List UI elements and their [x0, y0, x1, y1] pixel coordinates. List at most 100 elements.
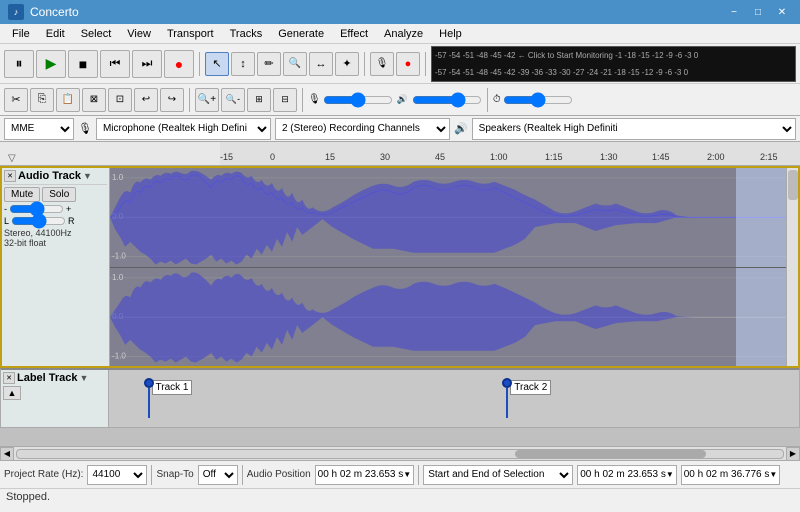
timeline-ruler[interactable]: -15 0 15 30 45 1:00 1:15 1:30 1:45 2:00 …	[220, 142, 800, 166]
selection-start-value: 00 h 02 m 23.653 s	[580, 469, 666, 480]
toolbar-sep3	[425, 52, 426, 76]
audio-track-close[interactable]: ✕	[4, 170, 16, 182]
main-layout: ⏸ ▶ ■ ⏮ ⏭ ● ↖ ↕ ✏ 🔍 ↔ ✦ 🎙 ● -57 -54 -51 …	[0, 44, 800, 512]
close-button[interactable]: ✕	[772, 4, 792, 20]
toolbar-sep5	[302, 88, 303, 112]
timeline-arrow: ▽	[8, 153, 16, 164]
toolbar-sep6	[487, 88, 488, 112]
menu-file[interactable]: File	[4, 24, 38, 44]
menu-transport[interactable]: Transport	[159, 24, 222, 44]
menu-select[interactable]: Select	[73, 24, 120, 44]
minimize-button[interactable]: −	[724, 4, 744, 20]
mute-button[interactable]: Mute	[4, 187, 40, 202]
sel-start-stepper[interactable]: ▼	[666, 470, 674, 479]
svg-text:1.0: 1.0	[112, 272, 124, 281]
h-scroll-thumb[interactable]	[515, 450, 707, 458]
selection-mode-select[interactable]: Start and End of Selection	[423, 465, 573, 485]
label-line-2	[506, 388, 508, 418]
gain-minus: -	[4, 204, 7, 214]
multitool-button[interactable]: ✦	[335, 52, 359, 76]
skip-start-button[interactable]: ⏮	[100, 50, 130, 78]
select-tool-button[interactable]: ↖	[205, 52, 229, 76]
label-marker-1: Track 1	[144, 378, 154, 418]
envelope-tool-button[interactable]: ↕	[231, 52, 255, 76]
play-button[interactable]: ▶	[36, 50, 66, 78]
menu-tracks[interactable]: Tracks	[222, 24, 271, 44]
pan-slider[interactable]	[11, 216, 66, 226]
ruler-mark-100: 1:00	[490, 152, 508, 162]
vscroll-thumb[interactable]	[788, 170, 798, 200]
speed-slider[interactable]	[503, 93, 573, 107]
cut-button[interactable]: ✂	[4, 88, 28, 112]
menu-help[interactable]: Help	[431, 24, 470, 44]
status-text: Stopped.	[6, 491, 50, 503]
audio-pos-stepper[interactable]: ▼	[403, 470, 411, 479]
draw-tool-button[interactable]: ✏	[257, 52, 281, 76]
audio-position-label: Audio Position	[247, 469, 311, 480]
scroll-left-button[interactable]: ◀	[0, 447, 14, 461]
speaker-select[interactable]: Speakers (Realtek High Definiti	[472, 118, 796, 140]
pause-button[interactable]: ⏸	[4, 50, 34, 78]
sel-end-stepper[interactable]: ▼	[769, 470, 777, 479]
menu-generate[interactable]: Generate	[270, 24, 332, 44]
label-text-2[interactable]: Track 2	[510, 380, 551, 395]
host-select[interactable]: MME	[4, 118, 74, 140]
project-rate-label: Project Rate (Hz):	[4, 469, 83, 480]
input-volume-slider[interactable]	[323, 93, 393, 107]
menu-effect[interactable]: Effect	[332, 24, 376, 44]
mic-button[interactable]: 🎙	[370, 52, 394, 76]
h-scrollbar: ◀ ▶	[0, 446, 800, 460]
record-button[interactable]: ●	[164, 50, 194, 78]
zoom-sel-button[interactable]: ⊞	[247, 88, 271, 112]
snap-to-label: Snap-To	[156, 469, 193, 480]
label-text-1[interactable]: Track 1	[152, 380, 193, 395]
bottom-sep2	[242, 465, 243, 485]
skip-end-button[interactable]: ⏭	[132, 50, 162, 78]
silence-button[interactable]: ⊡	[108, 88, 132, 112]
menu-edit[interactable]: Edit	[38, 24, 73, 44]
label-track-up-button[interactable]: ▲	[3, 386, 21, 400]
ruler-mark-30: 30	[380, 152, 390, 162]
solo-button[interactable]: Solo	[42, 187, 76, 202]
timeline: ▽ -15 0 15 30 45 1:00 1:15 1:30 1:45 2:0…	[0, 142, 800, 166]
maximize-button[interactable]: □	[748, 4, 768, 20]
scroll-right-button[interactable]: ▶	[786, 447, 800, 461]
record2-button[interactable]: ●	[396, 52, 420, 76]
selection-end-field[interactable]: 00 h 02 m 36.776 s ▼	[681, 465, 781, 485]
zoom-out-button[interactable]: 🔍-	[221, 88, 245, 112]
undo-button[interactable]: ↩	[134, 88, 158, 112]
redo-button[interactable]: ↪	[160, 88, 184, 112]
vu-top-label: -57 -54 -51 -48 -45 -42 ← Click to Start…	[435, 51, 698, 60]
toolbar-sep2	[364, 52, 365, 76]
zoom-tool-button[interactable]: 🔍	[283, 52, 307, 76]
trim-button[interactable]: ⊠	[82, 88, 106, 112]
audio-track-arrow: ▼	[83, 171, 92, 181]
zoom-in-button[interactable]: 🔍+	[195, 88, 219, 112]
audio-position-field[interactable]: 00 h 02 m 23.653 s ▼	[315, 465, 415, 485]
label-marker-2: Track 2	[502, 378, 512, 418]
channels-select[interactable]: 2 (Stereo) Recording Channels	[275, 118, 450, 140]
project-rate-select[interactable]: 44100	[87, 465, 147, 485]
ruler-mark-215: 2:15	[760, 152, 778, 162]
menu-analyze[interactable]: Analyze	[376, 24, 431, 44]
audio-waveform-area: 1.0 0.0 -1.0	[110, 168, 798, 366]
snap-to-select[interactable]: Off	[198, 465, 238, 485]
copy-button[interactable]: ⎘	[30, 88, 54, 112]
timeshift-tool-button[interactable]: ↔	[309, 52, 333, 76]
waveform-svg-top: 1.0 0.0 -1.0	[110, 168, 798, 267]
output-volume-slider[interactable]	[412, 93, 482, 107]
selection-end-value: 00 h 02 m 36.776 s	[684, 469, 770, 480]
label-track-name: Label Track	[17, 372, 78, 384]
label-track-close[interactable]: ✕	[3, 372, 15, 384]
ruler-mark-145: 1:45	[652, 152, 670, 162]
microphone-select[interactable]: Microphone (Realtek High Defini	[96, 118, 271, 140]
volume-icon: 🎙	[308, 94, 321, 105]
stop-button[interactable]: ■	[68, 50, 98, 78]
paste-button[interactable]: 📋	[56, 88, 80, 112]
menu-view[interactable]: View	[119, 24, 159, 44]
h-scroll-track[interactable]	[16, 449, 784, 459]
track-info: Stereo, 44100Hz 32-bit float	[4, 228, 107, 248]
track-vscroll[interactable]	[786, 168, 798, 366]
zoom-fit-button[interactable]: ⊟	[273, 88, 297, 112]
selection-start-field[interactable]: 00 h 02 m 23.653 s ▼	[577, 465, 677, 485]
